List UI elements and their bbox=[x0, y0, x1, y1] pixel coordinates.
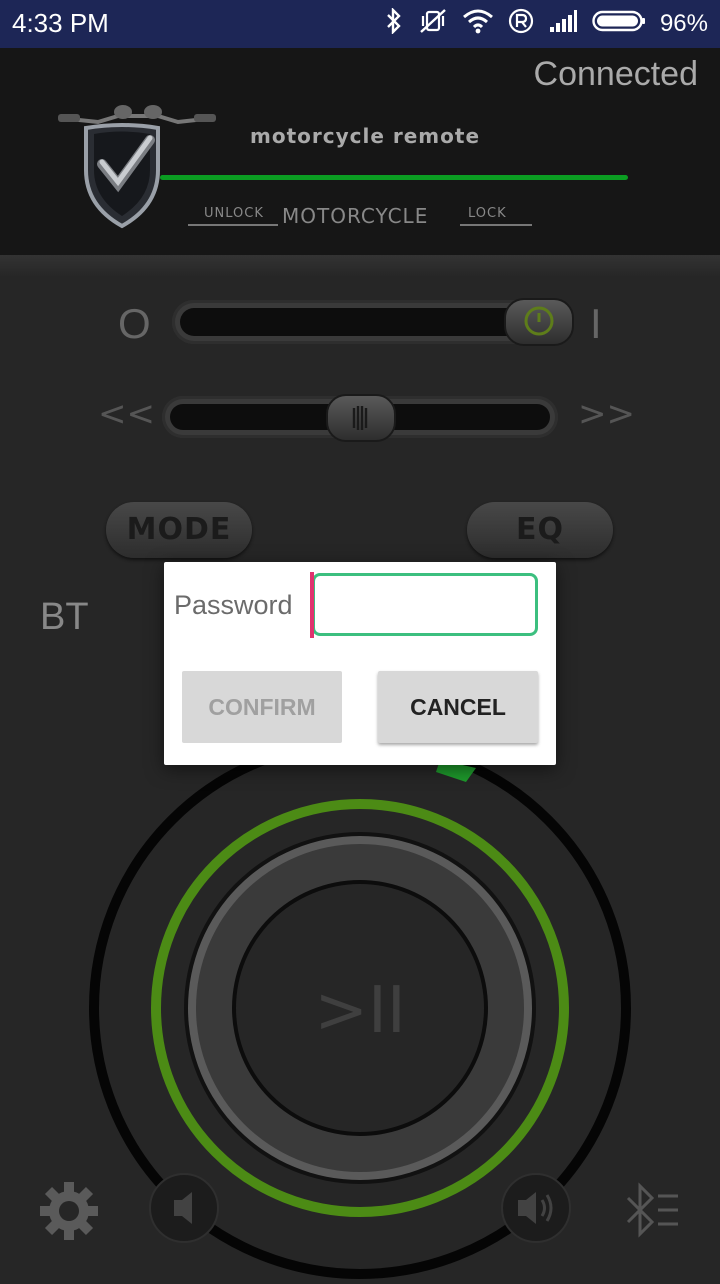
password-input[interactable] bbox=[312, 573, 538, 636]
bluetooth-list-icon[interactable] bbox=[624, 1180, 682, 1246]
previous-track-label: << bbox=[98, 394, 155, 434]
mode-button[interactable]: MODE bbox=[106, 502, 252, 558]
play-pause-label: >II bbox=[314, 974, 405, 1048]
next-track-label: >> bbox=[578, 394, 635, 434]
status-icons: 96% bbox=[384, 6, 708, 41]
battery-icon bbox=[592, 9, 646, 40]
logo-wordmark: UNLOCK MOTORCYCLE LOCK bbox=[188, 204, 532, 230]
power-off-label: O bbox=[118, 300, 151, 347]
settings-gear-icon[interactable] bbox=[38, 1180, 100, 1246]
logo-rule-left bbox=[188, 224, 278, 226]
status-bar: 4:33 PM 96% bbox=[0, 0, 720, 48]
source-label: BT bbox=[40, 596, 89, 638]
status-time: 4:33 PM bbox=[12, 8, 109, 38]
wifi-icon bbox=[462, 8, 494, 41]
power-on-label: I bbox=[590, 300, 602, 347]
signal-icon bbox=[548, 9, 578, 40]
connection-status: Connected bbox=[533, 55, 698, 93]
brand-title: motorcycle remote bbox=[250, 124, 481, 148]
accent-line bbox=[160, 175, 628, 180]
eq-button[interactable]: EQ bbox=[467, 502, 613, 558]
vibrate-off-icon bbox=[418, 8, 448, 41]
logo-lock: LOCK bbox=[468, 206, 507, 221]
password-label: Password bbox=[174, 590, 293, 620]
confirm-button[interactable]: CONFIRM bbox=[182, 671, 342, 743]
header-divider bbox=[0, 255, 720, 277]
logo-rule-right bbox=[460, 224, 532, 226]
play-knob[interactable]: >II bbox=[0, 737, 720, 1284]
logo-unlock: UNLOCK bbox=[204, 206, 264, 221]
battery-percent: 96% bbox=[659, 10, 708, 37]
cancel-button[interactable]: CANCEL bbox=[378, 671, 538, 743]
grip-icon bbox=[352, 406, 368, 430]
text-cursor bbox=[310, 572, 314, 638]
track-slider-thumb[interactable] bbox=[326, 394, 396, 442]
volume-up-button[interactable] bbox=[500, 1172, 572, 1248]
roaming-icon bbox=[508, 8, 534, 41]
power-icon bbox=[524, 306, 554, 336]
password-dialog: Password CONFIRM CANCEL bbox=[164, 562, 556, 765]
power-slider-thumb[interactable] bbox=[504, 298, 574, 346]
volume-down-button[interactable] bbox=[148, 1172, 220, 1248]
logo-motorcycle: MOTORCYCLE bbox=[282, 204, 429, 228]
bluetooth-icon bbox=[384, 6, 404, 41]
